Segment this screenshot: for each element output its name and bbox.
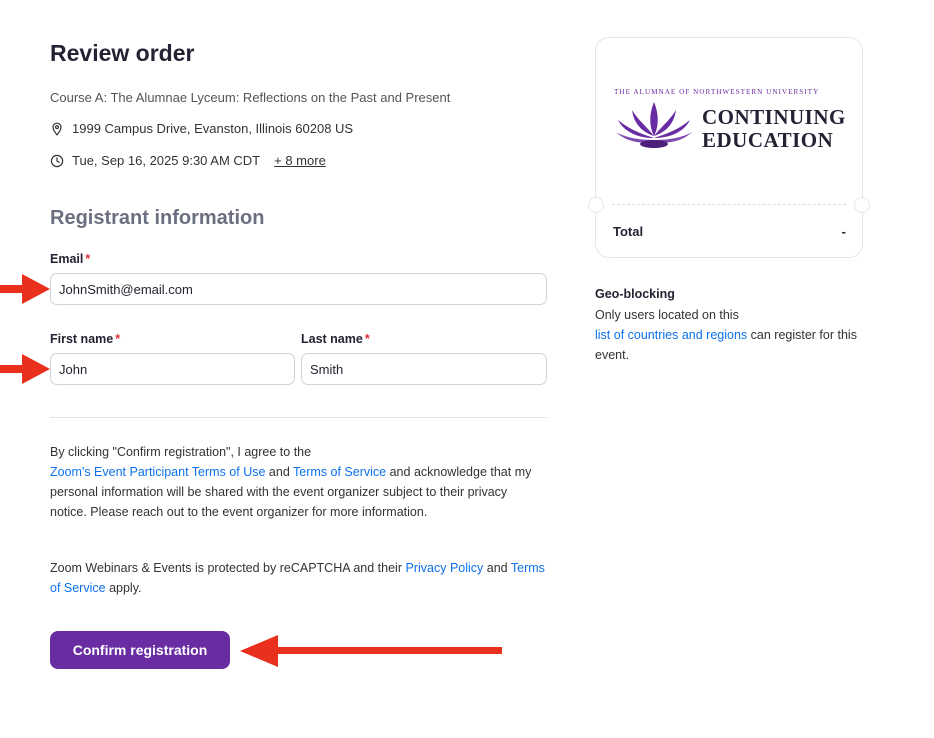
terms-and-text: and (268, 465, 290, 479)
page-title: Review order (50, 40, 195, 66)
email-label: Email * (50, 252, 90, 266)
datetime-text: Tue, Sep 16, 2025 9:30 AM CDT (72, 153, 261, 168)
total-value: - (841, 224, 846, 239)
first-name-field[interactable]: John (50, 353, 295, 385)
participant-terms-link[interactable]: Zoom's Event Participant Terms of Use (50, 465, 265, 479)
red-arrow (240, 635, 502, 667)
location-pin-icon (52, 122, 62, 136)
lotus-logo-icon (616, 102, 692, 148)
geo-blocking-title: Geo-blocking (595, 287, 675, 301)
countries-regions-link[interactable]: list of countries and regions (595, 328, 747, 342)
logo-line-1: CONTINUING (702, 105, 846, 129)
address-row: 1999 Campus Drive, Evanston, Illinois 60… (50, 121, 353, 136)
email-field[interactable]: JohnSmith@email.com (50, 273, 547, 305)
red-arrow (0, 354, 50, 384)
logo-wordmark: CONTINUING EDUCATION (702, 106, 846, 152)
first-name-label: First name * (50, 332, 120, 346)
confirm-registration-button[interactable]: Confirm registration (50, 631, 230, 669)
privacy-policy-link[interactable]: Privacy Policy (406, 561, 484, 575)
datetime-row: Tue, Sep 16, 2025 9:30 AM CDT + 8 more (50, 153, 326, 168)
order-summary-card: THE ALUMNAE OF NORTHWESTERN UNIVERSITY C… (588, 37, 870, 258)
recaptcha-paragraph: Zoom Webinars & Events is protected by r… (50, 558, 547, 598)
clock-icon (50, 154, 64, 167)
section-divider (50, 417, 547, 418)
address-text: 1999 Campus Drive, Evanston, Illinois 60… (72, 121, 354, 136)
required-marker: * (115, 332, 121, 346)
terms-paragraph: By clicking "Confirm registration", I ag… (50, 442, 547, 522)
recaptcha-text: Zoom Webinars & Events is protected by r… (50, 561, 403, 575)
course-title: Course A: The Alumnae Lyceum: Reflection… (50, 90, 451, 105)
more-dates-link[interactable]: + 8 more (274, 153, 326, 168)
card-dashed-divider (612, 204, 846, 205)
card-notch-left (588, 197, 604, 213)
card-notch-right (854, 197, 870, 213)
logo-line-2: EDUCATION (702, 128, 834, 152)
recaptcha-apply-text: apply. (109, 581, 142, 595)
recaptcha-and-text: and (486, 561, 508, 575)
first-name-label-text: First name (50, 332, 114, 346)
registrant-section-title: Registrant information (50, 207, 265, 229)
required-marker: * (364, 332, 370, 346)
email-label-text: Email (50, 252, 84, 266)
geo-text-1: Only users located on this (595, 308, 739, 322)
terms-text: By clicking "Confirm registration", I ag… (50, 445, 312, 459)
last-name-label: Last name * (301, 332, 370, 346)
geo-blocking-text: Only users located on this list of count… (595, 305, 875, 365)
logo-org-name: THE ALUMNAE OF NORTHWESTERN UNIVERSITY (614, 88, 820, 96)
last-name-label-text: Last name (301, 332, 363, 346)
total-label: Total (613, 224, 644, 239)
required-marker: * (85, 252, 91, 266)
red-arrow (0, 274, 50, 304)
terms-of-service-link[interactable]: Terms of Service (293, 465, 386, 479)
last-name-field[interactable]: Smith (301, 353, 547, 385)
